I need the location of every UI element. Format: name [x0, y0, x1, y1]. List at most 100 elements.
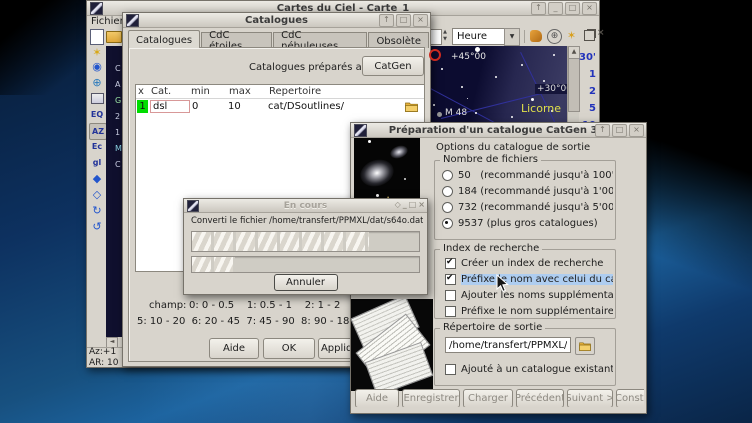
append-catalog-option[interactable]: Ajouté à un catalogue existant — [445, 361, 613, 377]
option-label: Ajouté à un catalogue existant — [461, 364, 613, 375]
file-count-option[interactable]: 9537 (plus gros catalogues) — [442, 215, 613, 231]
maximize-icon[interactable]: □ — [612, 124, 627, 137]
col-header-min[interactable]: min — [191, 86, 229, 97]
progress-titlebar[interactable]: En cours ◇ _ □ × — [184, 199, 427, 213]
radio-icon[interactable] — [442, 186, 453, 197]
ok-button[interactable]: OK — [263, 338, 315, 359]
browse-folder-button[interactable] — [575, 337, 595, 355]
radio-icon[interactable] — [442, 202, 453, 213]
close-icon[interactable]: × — [629, 124, 644, 137]
catgen-help-button[interactable]: Aide — [355, 389, 399, 407]
menu-fichier[interactable]: Fichier — [91, 16, 124, 27]
ec-projection-button[interactable]: Ec — [89, 139, 105, 154]
tab-obsolete[interactable]: Obsolète — [368, 32, 429, 48]
diamond-outline-icon[interactable]: ◇ — [89, 187, 105, 202]
tab-catalogues[interactable]: Catalogues — [128, 30, 200, 48]
new-document-icon[interactable] — [90, 29, 104, 45]
previous-button[interactable]: Précédent — [516, 389, 564, 407]
diamond-filled-icon[interactable]: ◆ — [89, 171, 105, 186]
shade-icon[interactable]: ↑ — [595, 124, 610, 137]
undock-panel-icon[interactable] — [584, 30, 595, 41]
spinner-up-icon[interactable]: ▲ — [441, 29, 449, 36]
help-button[interactable]: Aide — [209, 338, 259, 359]
rotate-ccw-icon[interactable]: ↺ — [89, 219, 105, 234]
open-folder-icon[interactable] — [106, 31, 122, 43]
fov-value[interactable]: 2 — [589, 86, 596, 97]
spinner-down-icon[interactable]: ▼ — [441, 36, 449, 43]
file-count-option[interactable]: 732 (recommandé jusqu'à 5'000'000 objets… — [442, 199, 613, 215]
close-icon[interactable]: × — [582, 2, 597, 15]
eq-projection-button[interactable]: EQ — [89, 107, 105, 122]
repertoire-cell[interactable]: cat/DSoutlines/ — [268, 101, 424, 112]
tab-cdc-etoiles[interactable]: CdC étoiles — [201, 32, 272, 48]
progress-message: Converti le fichier /home/transfert/PPMX… — [191, 216, 423, 226]
star-tool-icon[interactable]: ✶ — [90, 46, 104, 60]
col-header-repertoire[interactable]: Repertoire — [269, 86, 424, 97]
close-panel-icon[interactable]: × — [597, 28, 605, 38]
catgen-titlebar[interactable]: Préparation d'un catalogue CatGen 3.0 ↑ … — [351, 123, 646, 138]
fov-star-icon[interactable]: ✶ — [565, 29, 578, 42]
index-option[interactable]: Ajouter les noms supplémentaires à l'ind… — [445, 287, 613, 303]
galaxy-blob — [357, 155, 397, 190]
load-button[interactable]: Charger — [463, 389, 513, 407]
option-label: 732 (recommandé jusqu'à 5'000'000 objets… — [458, 202, 613, 213]
radio-icon[interactable] — [442, 218, 453, 229]
center-target-icon[interactable]: ⊕ — [547, 29, 562, 44]
checkbox-icon[interactable] — [445, 274, 456, 285]
index-option[interactable]: Préfixe le nom avec celui du catalogue — [445, 271, 613, 287]
file-count-option[interactable]: 50 (recommandé jusqu'à 100'000 objets) — [442, 167, 613, 183]
info-letter: 1 — [115, 128, 120, 137]
planet-icon[interactable]: ◉ — [89, 59, 105, 74]
roll-icon[interactable]: ◇ — [395, 200, 401, 209]
save-button[interactable]: Enregistrer — [402, 389, 460, 407]
index-option[interactable]: Préfixe le nom supplémentaire avec son l… — [445, 303, 613, 319]
checkbox-icon[interactable] — [445, 290, 456, 301]
grid-glyph — [91, 93, 104, 104]
min-cell[interactable]: 0 — [190, 101, 228, 112]
file-count-option[interactable]: 184 (recommandé jusqu'à 1'000'000 objets… — [442, 183, 613, 199]
col-header-x[interactable]: x — [136, 86, 151, 97]
col-header-cat[interactable]: Cat. — [151, 86, 191, 97]
catalogues-titlebar[interactable]: Catalogues ↑ □ × — [123, 13, 430, 28]
tab-cdc-nebuleuses[interactable]: CdC nébuleuses — [273, 32, 367, 48]
cat-name-cell[interactable]: dsl — [150, 100, 190, 113]
fov-value[interactable]: 30' — [579, 52, 596, 63]
shade-icon[interactable]: ↑ — [379, 14, 394, 27]
chart-grid-icon[interactable] — [89, 91, 105, 106]
maximize-icon[interactable]: □ — [396, 14, 411, 27]
cancel-button[interactable]: Annuler — [274, 274, 338, 291]
fov-value[interactable]: 1 — [589, 69, 596, 80]
time-unit-combo[interactable]: Heure — [452, 28, 508, 45]
checkbox-icon[interactable] — [445, 306, 456, 317]
az-projection-button[interactable]: AZ — [89, 123, 107, 140]
next-button[interactable]: Suivant > — [567, 389, 613, 407]
checkbox-icon[interactable] — [445, 364, 456, 375]
catalogues-title: Catalogues — [245, 15, 308, 26]
radio-icon[interactable] — [442, 170, 453, 181]
catgen-button[interactable]: CatGen — [362, 56, 424, 76]
output-dir-legend: Répertoire de sortie — [440, 322, 545, 333]
output-path-input[interactable] — [445, 337, 571, 353]
build-button[interactable]: Construire le — [616, 389, 644, 407]
maximize-icon[interactable]: □ — [565, 2, 580, 15]
checkbox-icon[interactable] — [445, 258, 456, 269]
combo-arrow-icon[interactable]: ▼ — [504, 28, 520, 46]
rotate-cw-icon[interactable]: ↻ — [89, 203, 105, 218]
minimize-icon[interactable]: _ — [548, 2, 563, 15]
gl-projection-button[interactable]: gl — [89, 155, 105, 170]
col-header-max[interactable]: max — [229, 86, 269, 97]
search-index-options: Créer un index de recherche Préfixe le n… — [445, 255, 613, 319]
close-icon[interactable]: × — [418, 200, 425, 209]
table-row[interactable]: 1 dsl 0 10 cat/DSoutlines/ — [136, 99, 424, 114]
folder-icon[interactable] — [405, 101, 418, 112]
index-option[interactable]: Créer un index de recherche — [445, 255, 613, 271]
hand-tool-icon[interactable] — [530, 30, 542, 42]
fov-value[interactable]: 5 — [589, 103, 596, 114]
active-cell-marker[interactable]: 1 — [137, 100, 148, 113]
max-cell[interactable]: 10 — [228, 101, 268, 112]
maximize-icon[interactable]: □ — [409, 200, 417, 209]
shade-icon[interactable]: ↑ — [531, 2, 546, 15]
minimize-icon[interactable]: _ — [403, 200, 407, 209]
globe-icon[interactable]: ⊕ — [89, 75, 105, 90]
close-icon[interactable]: × — [413, 14, 428, 27]
